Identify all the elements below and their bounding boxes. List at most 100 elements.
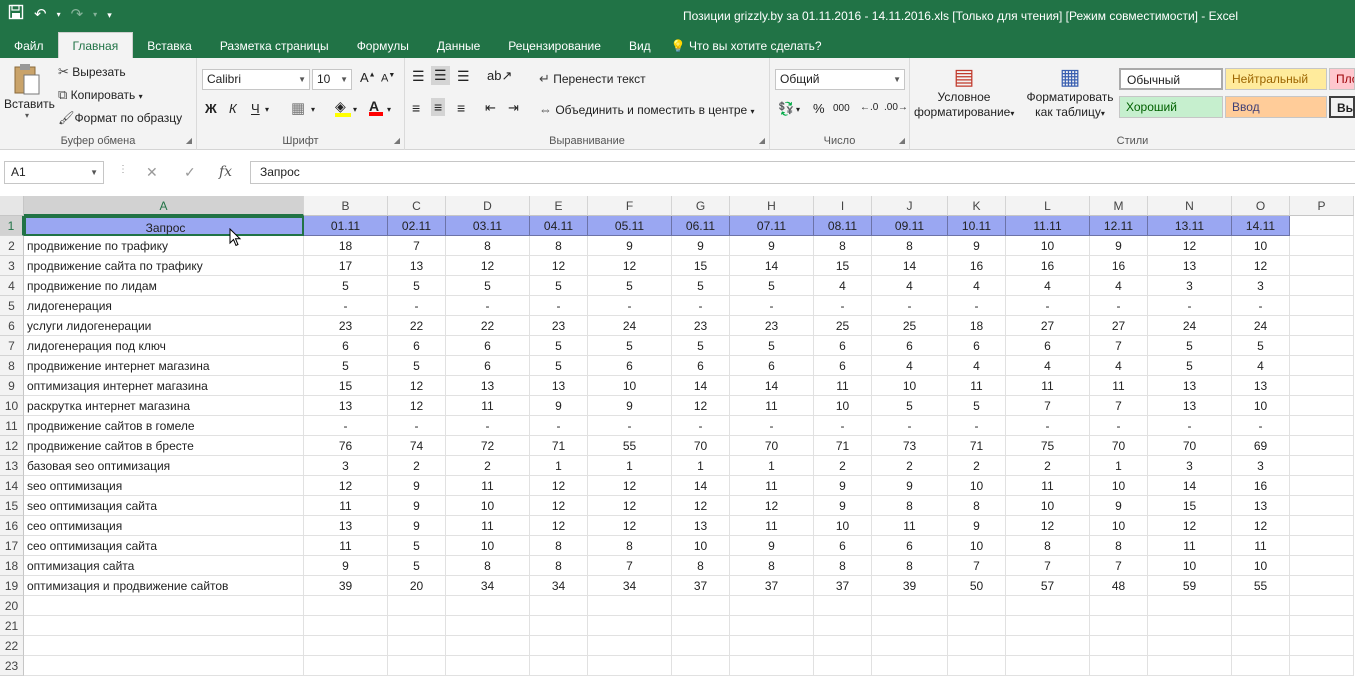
cell-position[interactable]: 11: [446, 516, 530, 536]
cell-position[interactable]: 12: [388, 396, 446, 416]
font-color-dropdown-icon[interactable]: ▾: [387, 105, 391, 114]
cell-position[interactable]: -: [1148, 296, 1232, 316]
cell-position[interactable]: -: [872, 296, 948, 316]
cell-position[interactable]: 6: [446, 336, 530, 356]
cell-position[interactable]: 15: [814, 256, 872, 276]
alignment-launcher-icon[interactable]: ◢: [759, 136, 765, 145]
cell-position[interactable]: 27: [1090, 316, 1148, 336]
cell-position[interactable]: [814, 596, 872, 616]
merge-dropdown-icon[interactable]: ▾: [751, 107, 755, 116]
cell-position[interactable]: 2: [388, 456, 446, 476]
cell-query[interactable]: [24, 616, 304, 636]
cell-position[interactable]: 8: [672, 556, 730, 576]
paste-dropdown-icon[interactable]: ▾: [4, 111, 50, 120]
cell-position[interactable]: 25: [872, 316, 948, 336]
cell-position[interactable]: [948, 636, 1006, 656]
cell-position[interactable]: 8: [1090, 536, 1148, 556]
header-cell-date[interactable]: 11.11: [1006, 216, 1090, 236]
cell-position[interactable]: [730, 616, 814, 636]
cell-position[interactable]: 6: [814, 536, 872, 556]
cell-position[interactable]: 22: [446, 316, 530, 336]
cell-position[interactable]: [814, 656, 872, 676]
cell-position[interactable]: [1290, 256, 1354, 276]
cell-position[interactable]: 37: [730, 576, 814, 596]
column-header-l[interactable]: L: [1006, 196, 1090, 216]
cell-position[interactable]: 3: [1232, 456, 1290, 476]
cell-position[interactable]: 10: [588, 376, 672, 396]
cell-position[interactable]: 11: [730, 516, 814, 536]
cell-query[interactable]: seo оптимизация сайта: [24, 496, 304, 516]
cell-position[interactable]: 8: [814, 236, 872, 256]
cell-position[interactable]: [948, 616, 1006, 636]
cell-position[interactable]: 12: [672, 396, 730, 416]
cell-position[interactable]: 12: [672, 496, 730, 516]
cell-position[interactable]: 13: [446, 376, 530, 396]
cell-position[interactable]: -: [446, 416, 530, 436]
cell-position[interactable]: 12: [530, 496, 588, 516]
cell-position[interactable]: -: [1148, 416, 1232, 436]
thousands-separator-icon[interactable]: 000: [833, 103, 850, 114]
cell-position[interactable]: 12: [304, 476, 388, 496]
name-box[interactable]: A1 ▼: [4, 161, 104, 184]
cell-position[interactable]: -: [388, 416, 446, 436]
align-left-icon[interactable]: ≡: [412, 100, 420, 116]
cell-position[interactable]: 14: [730, 256, 814, 276]
cell-position[interactable]: 14: [1148, 476, 1232, 496]
cell-position[interactable]: 4: [948, 356, 1006, 376]
cell-position[interactable]: [446, 636, 530, 656]
cell-position[interactable]: 4: [1090, 276, 1148, 296]
cell-query[interactable]: продвижение сайтов в бресте: [24, 436, 304, 456]
cell-position[interactable]: 10: [814, 516, 872, 536]
cell-position[interactable]: 5: [872, 396, 948, 416]
currency-dropdown-icon[interactable]: ▾: [796, 105, 800, 114]
cell-query[interactable]: продвижение сайта по трафику: [24, 256, 304, 276]
cell-position[interactable]: 5: [530, 356, 588, 376]
cell-position[interactable]: [730, 596, 814, 616]
cell-position[interactable]: 18: [948, 316, 1006, 336]
increase-decimal-icon[interactable]: ←.0: [860, 102, 878, 113]
cell-position[interactable]: 17: [304, 256, 388, 276]
cell-position[interactable]: 13: [1148, 376, 1232, 396]
cell-query[interactable]: продвижение сайтов в гомеле: [24, 416, 304, 436]
decrease-font-icon[interactable]: A▼: [381, 72, 395, 85]
column-header-a[interactable]: A: [24, 196, 304, 216]
cell-position[interactable]: 10: [1148, 556, 1232, 576]
cell-position[interactable]: [1290, 296, 1354, 316]
header-cell-date[interactable]: 08.11: [814, 216, 872, 236]
cell-position[interactable]: 34: [588, 576, 672, 596]
cell-position[interactable]: 27: [1006, 316, 1090, 336]
cell-position[interactable]: 16: [948, 256, 1006, 276]
percent-icon[interactable]: %: [813, 101, 825, 116]
copy-dropdown-icon[interactable]: ▾: [139, 92, 143, 101]
redo-dropdown-icon[interactable]: ▾: [93, 5, 97, 25]
cell-position[interactable]: [1290, 616, 1354, 636]
cell-position[interactable]: [1232, 656, 1290, 676]
cell-position[interactable]: 10: [1090, 516, 1148, 536]
cell-position[interactable]: [446, 656, 530, 676]
cell-position[interactable]: [1290, 456, 1354, 476]
row-header[interactable]: 15: [0, 496, 24, 516]
cell-position[interactable]: 7: [1090, 396, 1148, 416]
cell-position[interactable]: 5: [388, 556, 446, 576]
cell-position[interactable]: 3: [1148, 276, 1232, 296]
cell-query[interactable]: сео оптимизация сайта: [24, 536, 304, 556]
cell-position[interactable]: -: [672, 296, 730, 316]
cell-query[interactable]: продвижение интернет магазина: [24, 356, 304, 376]
cell-position[interactable]: 4: [1090, 356, 1148, 376]
cell-position[interactable]: 10: [814, 396, 872, 416]
cell-position[interactable]: [872, 656, 948, 676]
cell-position[interactable]: 9: [872, 476, 948, 496]
cell-position[interactable]: [446, 616, 530, 636]
cell-position[interactable]: 2: [872, 456, 948, 476]
cell-position[interactable]: 9: [814, 496, 872, 516]
column-header-b[interactable]: B: [304, 196, 388, 216]
fill-color-icon[interactable]: ◈: [335, 98, 351, 117]
increase-indent-icon[interactable]: ⇥: [508, 100, 519, 116]
cell-position[interactable]: 5: [1232, 336, 1290, 356]
cell-position[interactable]: 7: [1006, 556, 1090, 576]
clipboard-launcher-icon[interactable]: ◢: [186, 136, 192, 145]
cell-position[interactable]: -: [530, 296, 588, 316]
cell-position[interactable]: 20: [388, 576, 446, 596]
font-name-combo[interactable]: Calibri ▼: [202, 69, 310, 90]
cell-position[interactable]: 70: [672, 436, 730, 456]
